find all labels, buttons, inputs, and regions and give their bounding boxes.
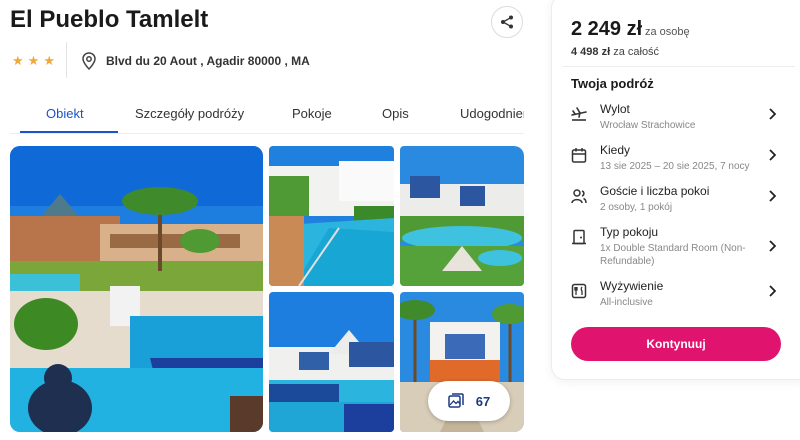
gallery-icon: [448, 393, 464, 408]
tab-pokoje[interactable]: Pokoje: [292, 106, 332, 121]
continue-button[interactable]: Kontynuuj: [571, 327, 781, 361]
price-unit: za osobę: [645, 26, 690, 38]
door-icon: [572, 229, 586, 245]
chevron-right-icon: [769, 240, 776, 252]
share-button[interactable]: [491, 6, 523, 38]
divider: [66, 42, 67, 78]
price-total: 4 498 zł za całość: [571, 46, 659, 58]
calendar-icon: [571, 148, 587, 163]
gallery-photo[interactable]: [269, 292, 394, 432]
trip-item-label: Wylot: [600, 102, 630, 116]
trip-item-dates[interactable]: Kiedy 13 sie 2025 – 20 sie 2025, 7 nocy: [571, 143, 781, 175]
trip-item-value: All-inclusive: [600, 297, 653, 308]
gallery-count: 67: [475, 393, 491, 409]
tab-bar: Obiekt Szczegóły podróży Pokoje Opis Udo…: [10, 96, 524, 134]
chevron-right-icon: [769, 285, 776, 297]
divider: [563, 66, 795, 67]
total-suffix: za całość: [613, 46, 660, 58]
trip-item-value: 1x Double Standard Room (Non-Refundable): [600, 243, 746, 267]
total-amount: 4 498 zł: [571, 46, 611, 58]
hotel-address: Blvd du 20 Aout , Agadir 80000 , MA: [106, 54, 310, 68]
meals-icon: [571, 283, 587, 299]
trip-item-label: Goście i liczba pokoi: [600, 184, 710, 198]
main-photo[interactable]: [10, 146, 263, 432]
star-icon: ★: [43, 53, 55, 68]
gallery-photo[interactable]: [269, 146, 394, 286]
trip-item-value: Wrocław Strachowice: [600, 120, 696, 131]
trip-item-label: Kiedy: [600, 143, 631, 157]
trip-item-meals[interactable]: Wyżywienie All-inclusive: [571, 279, 781, 311]
star-icon: ★: [12, 53, 24, 68]
chevron-right-icon: [769, 149, 776, 161]
trip-item-flight[interactable]: Wylot Wrocław Strachowice: [571, 102, 781, 134]
plane-icon: [571, 107, 587, 121]
trip-item-value: 2 osoby, 1 pokój: [600, 202, 673, 213]
star-rating: ★ ★ ★: [12, 54, 55, 68]
hotel-title: El Pueblo Tamlelt: [10, 6, 209, 33]
trip-item-guests[interactable]: Goście i liczba pokoi 2 osoby, 1 pokój: [571, 184, 781, 216]
active-tab-indicator: [20, 131, 118, 133]
price-per-person: 2 249 zł: [571, 18, 643, 40]
trip-item-label: Typ pokoju: [600, 225, 659, 239]
trip-item-room-type[interactable]: Typ pokoju 1x Double Standard Room (Non-…: [571, 225, 781, 269]
tab-udogodnienia[interactable]: Udogodnienia: [460, 106, 524, 121]
tab-obiekt[interactable]: Obiekt: [46, 106, 84, 121]
map-pin-icon: [82, 52, 96, 70]
chevron-right-icon: [769, 190, 776, 202]
share-icon: [501, 15, 513, 29]
users-icon: [571, 189, 587, 204]
trip-item-label: Wyżywienie: [600, 279, 664, 293]
tab-opis[interactable]: Opis: [382, 106, 409, 121]
tab-szczegoly-podrozy[interactable]: Szczegóły podróży: [135, 106, 244, 121]
star-icon: ★: [27, 53, 40, 68]
gallery-button[interactable]: 67: [428, 381, 510, 421]
chevron-right-icon: [769, 108, 776, 120]
trip-item-value: 13 sie 2025 – 20 sie 2025, 7 nocy: [600, 161, 750, 172]
gallery-photo[interactable]: [400, 146, 524, 286]
trip-section-title: Twoja podróż: [571, 76, 654, 91]
